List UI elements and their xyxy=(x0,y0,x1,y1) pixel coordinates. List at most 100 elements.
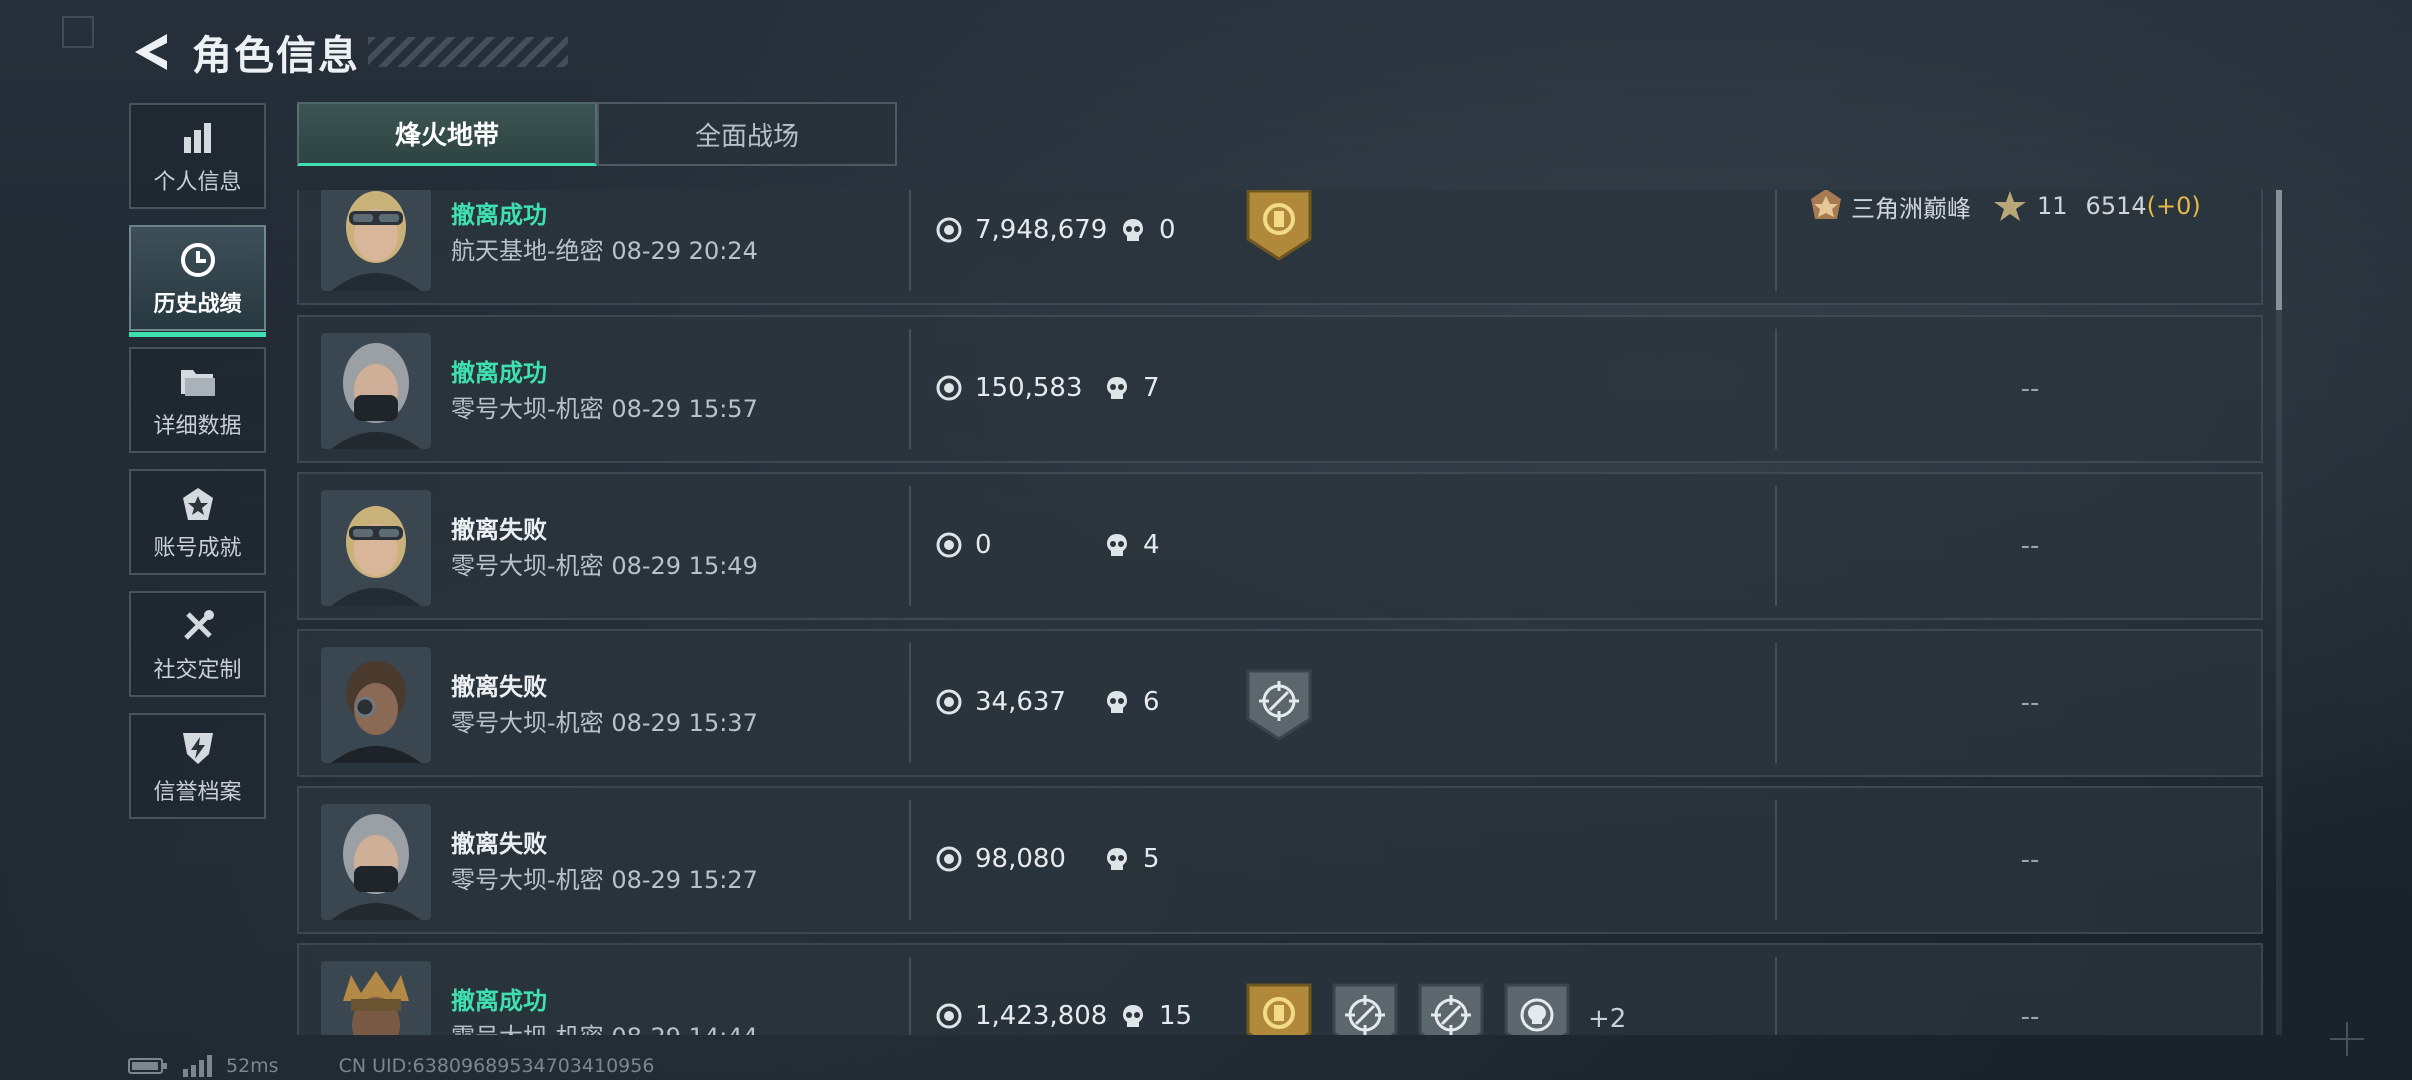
map-name: 零号大坝-机密 xyxy=(451,395,604,423)
match-time: 08-29 15:57 xyxy=(611,395,758,423)
coin-icon xyxy=(936,217,962,243)
rank-change: (+0) xyxy=(2146,192,2201,220)
tools-icon xyxy=(180,604,216,648)
crosshair-icon xyxy=(2330,1022,2364,1056)
achievement-icon xyxy=(181,482,215,526)
kill-count-text: 4 xyxy=(1143,530,1160,560)
coin-icon xyxy=(936,532,962,558)
rank-result-placeholder: -- xyxy=(2020,845,2040,875)
kill-count: 4 xyxy=(1103,530,1160,560)
page-header: 角色信息 xyxy=(128,24,568,80)
extraction-status: 撤离失败 xyxy=(451,830,547,858)
mode-tabs: 烽火地带 全面战场 xyxy=(297,102,897,166)
loot-value-text: 98,080 xyxy=(975,844,1066,874)
avatar xyxy=(321,804,431,920)
list-item[interactable]: 撤离失败 零号大坝-机密 08-29 15:27 98,080 5 -- xyxy=(297,786,2263,934)
crosshair-emblem-icon[interactable] xyxy=(1418,983,1484,1035)
gold-emblem-icon[interactable] xyxy=(1246,190,1312,261)
column-divider xyxy=(1775,190,1777,291)
page-title: 角色信息 xyxy=(192,33,360,79)
sidebar-item-credit-record[interactable]: 信誉档案 xyxy=(129,713,266,819)
column-divider xyxy=(1775,800,1777,920)
rank-level: 11 xyxy=(2037,192,2068,220)
match-meta: 零号大坝-机密 08-29 15:37 xyxy=(451,703,758,738)
crosshair-emblem-icon[interactable] xyxy=(1332,983,1398,1035)
more-badges-count: +2 xyxy=(1588,1004,1627,1034)
loot-value: 7,948,679 xyxy=(935,215,1107,245)
sidebar-item-label: 账号成就 xyxy=(153,536,242,561)
skull-emblem-icon[interactable] xyxy=(1504,983,1570,1035)
coin-icon xyxy=(936,689,962,715)
avatar xyxy=(321,190,431,291)
column-divider xyxy=(909,800,911,920)
back-button[interactable] xyxy=(128,27,174,77)
match-time: 08-29 15:27 xyxy=(611,866,758,894)
avatar xyxy=(321,647,431,763)
loot-value-text: 7,948,679 xyxy=(975,215,1108,245)
map-name: 航天基地-绝密 xyxy=(451,237,604,265)
column-divider xyxy=(909,329,911,449)
status-bar: 52ms CN UID:6380968953470341095​6 xyxy=(128,1054,654,1078)
column-divider xyxy=(1775,643,1777,763)
star-icon xyxy=(1994,191,2026,221)
ping-text: 52ms xyxy=(226,1055,279,1077)
sidebar-item-match-history[interactable]: 历史战绩 xyxy=(129,225,266,337)
extraction-status: 撤离成功 xyxy=(451,201,547,229)
loot-value: 34,637 xyxy=(935,687,1066,717)
kill-count: 7 xyxy=(1103,373,1160,403)
sidebar-item-achievements[interactable]: 账号成就 xyxy=(129,469,266,575)
signal-icon xyxy=(183,1055,212,1077)
rank-name: 三角洲巅峰 xyxy=(1851,194,1971,223)
match-history-list[interactable]: 撤离成功 航天基地-绝密 08-29 20:24 7,948,679 0 三角洲… xyxy=(297,190,2263,1035)
list-item[interactable]: 撤离成功 航天基地-绝密 08-29 20:24 7,948,679 0 三角洲… xyxy=(297,190,2263,305)
rank-result-placeholder: -- xyxy=(2020,531,2040,561)
list-item[interactable]: 撤离失败 零号大坝-机密 08-29 15:49 0 4 -- xyxy=(297,472,2263,620)
match-meta: 零号大坝-机密 08-29 14:44 xyxy=(451,1017,758,1035)
kill-count: 5 xyxy=(1103,844,1160,874)
sidebar-item-label: 信誉档案 xyxy=(153,780,242,805)
list-item[interactable]: 撤离失败 零号大坝-机密 08-29 15:37 34,637 6 -- xyxy=(297,629,2263,777)
sidebar-item-label: 个人信息 xyxy=(153,170,242,195)
list-scrollbar[interactable] xyxy=(2276,190,2282,1035)
badge-list xyxy=(1246,669,1332,741)
extraction-status: 撤离失败 xyxy=(451,516,547,544)
loot-value-text: 34,637 xyxy=(975,687,1066,717)
loot-value: 98,080 xyxy=(935,844,1066,874)
sidebar-item-social-custom[interactable]: 社交定制 xyxy=(129,591,266,697)
loot-value: 0 xyxy=(935,530,992,560)
column-divider xyxy=(909,190,911,291)
rank-score: 6514 xyxy=(2085,192,2147,220)
scrollbar-thumb[interactable] xyxy=(2276,190,2282,310)
tab-hazard-zone[interactable]: 烽火地带 xyxy=(297,102,597,166)
sidebar-item-detailed-data[interactable]: 详细数据 xyxy=(129,347,266,453)
corner-frame-mark xyxy=(62,16,94,48)
badge-list: +2 xyxy=(1246,983,1626,1035)
list-item[interactable]: 撤离成功 零号大坝-机密 08-29 14:44 1,423,808 15 +2… xyxy=(297,943,2263,1035)
sidebar-item-personal-info[interactable]: 个人信息 xyxy=(129,103,266,209)
match-meta: 零号大坝-机密 08-29 15:27 xyxy=(451,860,758,895)
rank-info: 三角洲巅峰 11 6514 (+0) xyxy=(1807,190,2201,225)
back-arrow-icon xyxy=(135,34,167,70)
list-item[interactable]: 撤离成功 零号大坝-机密 08-29 15:57 150,583 7 -- xyxy=(297,315,2263,463)
skull-icon xyxy=(1107,691,1127,713)
loot-value-text: 150,583 xyxy=(975,373,1083,403)
bar-chart-icon xyxy=(181,116,215,160)
uid-text: CN UID:6380968953470341095​6 xyxy=(338,1055,655,1077)
match-meta: 航天基地-绝密 08-29 20:24 xyxy=(451,231,758,266)
kill-count-text: 6 xyxy=(1143,687,1160,717)
tab-full-battlefield[interactable]: 全面战场 xyxy=(597,102,897,166)
skull-icon xyxy=(1107,848,1127,870)
kill-count: 0 xyxy=(1119,215,1176,245)
crosshair-emblem-icon[interactable] xyxy=(1246,669,1312,741)
loot-value-text: 0 xyxy=(975,530,992,560)
gold-emblem-icon[interactable] xyxy=(1246,983,1312,1035)
skull-icon xyxy=(1123,219,1143,241)
coin-icon xyxy=(936,1003,962,1029)
kill-count: 6 xyxy=(1103,687,1160,717)
match-time: 08-29 14:44 xyxy=(611,1023,758,1035)
column-divider xyxy=(1775,329,1777,449)
avatar xyxy=(321,333,431,449)
clock-icon xyxy=(180,238,216,282)
folder-icon xyxy=(179,360,217,404)
map-name: 零号大坝-机密 xyxy=(451,1023,604,1035)
